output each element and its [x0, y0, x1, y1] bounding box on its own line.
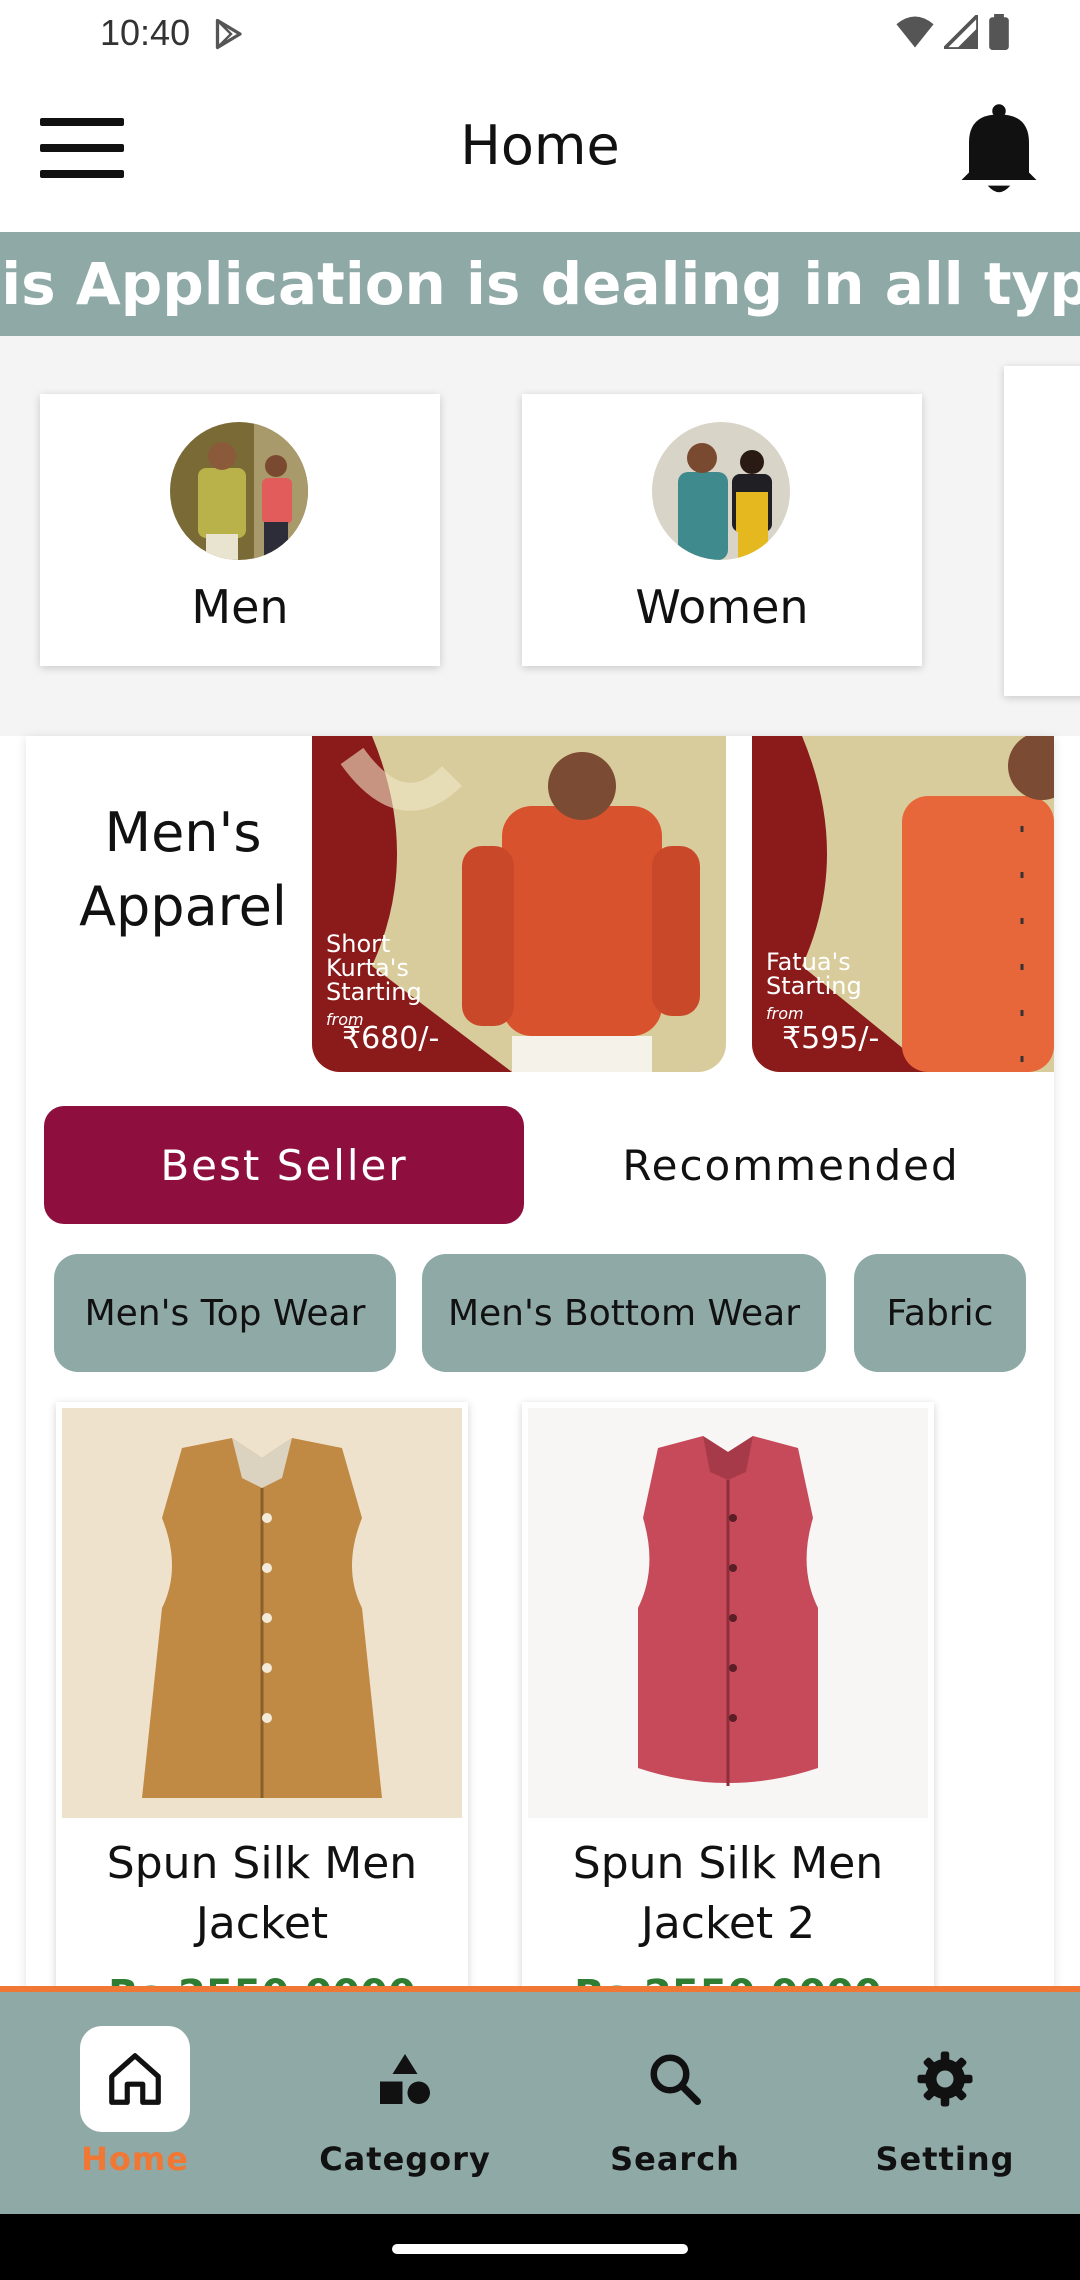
category-label: Men [191, 580, 289, 634]
category-label: Women [635, 580, 809, 634]
product-name-line2: Jacket [195, 1898, 329, 1949]
status-bar: 10:40 [0, 0, 1080, 66]
filter-chip-fabric[interactable]: Fabric [854, 1254, 1026, 1372]
product-card[interactable]: Spun Silk Men Jacket Rs.2550.0000 [56, 1402, 468, 2022]
nav-setting-label: Setting [875, 2140, 1015, 2178]
nav-setting[interactable]: Setting [810, 1992, 1080, 2214]
product-name: Spun Silk Men Jacket [56, 1834, 468, 1954]
tab-best-seller[interactable]: Best Seller [44, 1106, 524, 1224]
wifi-icon [896, 16, 934, 48]
banner-fatua-price: ₹595/- [782, 1021, 880, 1056]
women-avatar [652, 422, 790, 560]
product-image [62, 1408, 462, 1818]
category-icon [350, 2026, 460, 2132]
nav-category[interactable]: Category [270, 1992, 540, 2214]
nav-search-label: Search [610, 2140, 740, 2178]
promo-banner-fatua[interactable]: Fatua's Starting from ₹595/- [752, 736, 1054, 1072]
section-title: Men's Apparel [48, 796, 318, 944]
product-name-line1: Spun Silk Men [572, 1838, 884, 1889]
bell-icon[interactable] [954, 100, 1044, 200]
status-time: 10:40 [100, 12, 191, 53]
section-title-line2: Apparel [79, 875, 287, 938]
product-card[interactable]: Spun Silk Men Jacket 2 Rs.2550.0000 [522, 1402, 934, 2022]
home-icon [80, 2026, 190, 2132]
product-name: Spun Silk Men Jacket 2 [522, 1834, 934, 1954]
announcement-marquee: his Application is dealing in all types … [0, 232, 1080, 336]
banner-kurta-line2: Kurta's [326, 954, 409, 982]
page-title: Home [460, 114, 620, 177]
banner-fatua-line2: Starting [766, 972, 862, 1000]
bottom-navigation: Home Category Search Setting [0, 1986, 1080, 2214]
gesture-bar [0, 2214, 1080, 2280]
category-card-partial[interactable] [1004, 366, 1080, 696]
app-bar: Home [0, 66, 1080, 232]
gesture-handle[interactable] [392, 2244, 688, 2254]
signal-icon [944, 15, 978, 49]
gear-icon [890, 2026, 1000, 2132]
filter-chip-top-wear[interactable]: Men's Top Wear [54, 1254, 396, 1372]
banner-kurta-line1: Short [326, 930, 391, 958]
status-icons [896, 14, 1010, 50]
nav-home[interactable]: Home [0, 1992, 270, 2214]
promo-banner-kurta[interactable]: Short Kurta's Starting from ₹680/- [312, 736, 726, 1072]
banner-kurta-line3: Starting [326, 978, 422, 1006]
banner-fatua-line1: Fatua's [766, 948, 851, 976]
product-name-line1: Spun Silk Men [106, 1838, 418, 1889]
category-strip[interactable]: Men Women [0, 336, 1080, 736]
banner-kurta-price: ₹680/- [342, 1021, 440, 1056]
marquee-text: his Application is dealing in all types … [0, 250, 1080, 318]
mens-apparel-section: Men's Apparel Short Kurta's Starting fro… [26, 736, 1054, 2022]
category-card-women[interactable]: Women [522, 394, 922, 666]
nav-home-label: Home [81, 2140, 189, 2178]
nav-search[interactable]: Search [540, 1992, 810, 2214]
section-title-line1: Men's [104, 801, 262, 864]
men-avatar [170, 422, 308, 560]
tab-recommended[interactable]: Recommended [546, 1106, 1036, 1224]
filter-chip-bottom-wear[interactable]: Men's Bottom Wear [422, 1254, 826, 1372]
battery-icon [989, 14, 1009, 50]
product-name-line2: Jacket 2 [640, 1898, 816, 1949]
play-store-icon [215, 18, 242, 50]
category-card-men[interactable]: Men [40, 394, 440, 666]
product-image [528, 1408, 928, 1818]
nav-category-label: Category [319, 2140, 491, 2178]
search-icon [620, 2026, 730, 2132]
